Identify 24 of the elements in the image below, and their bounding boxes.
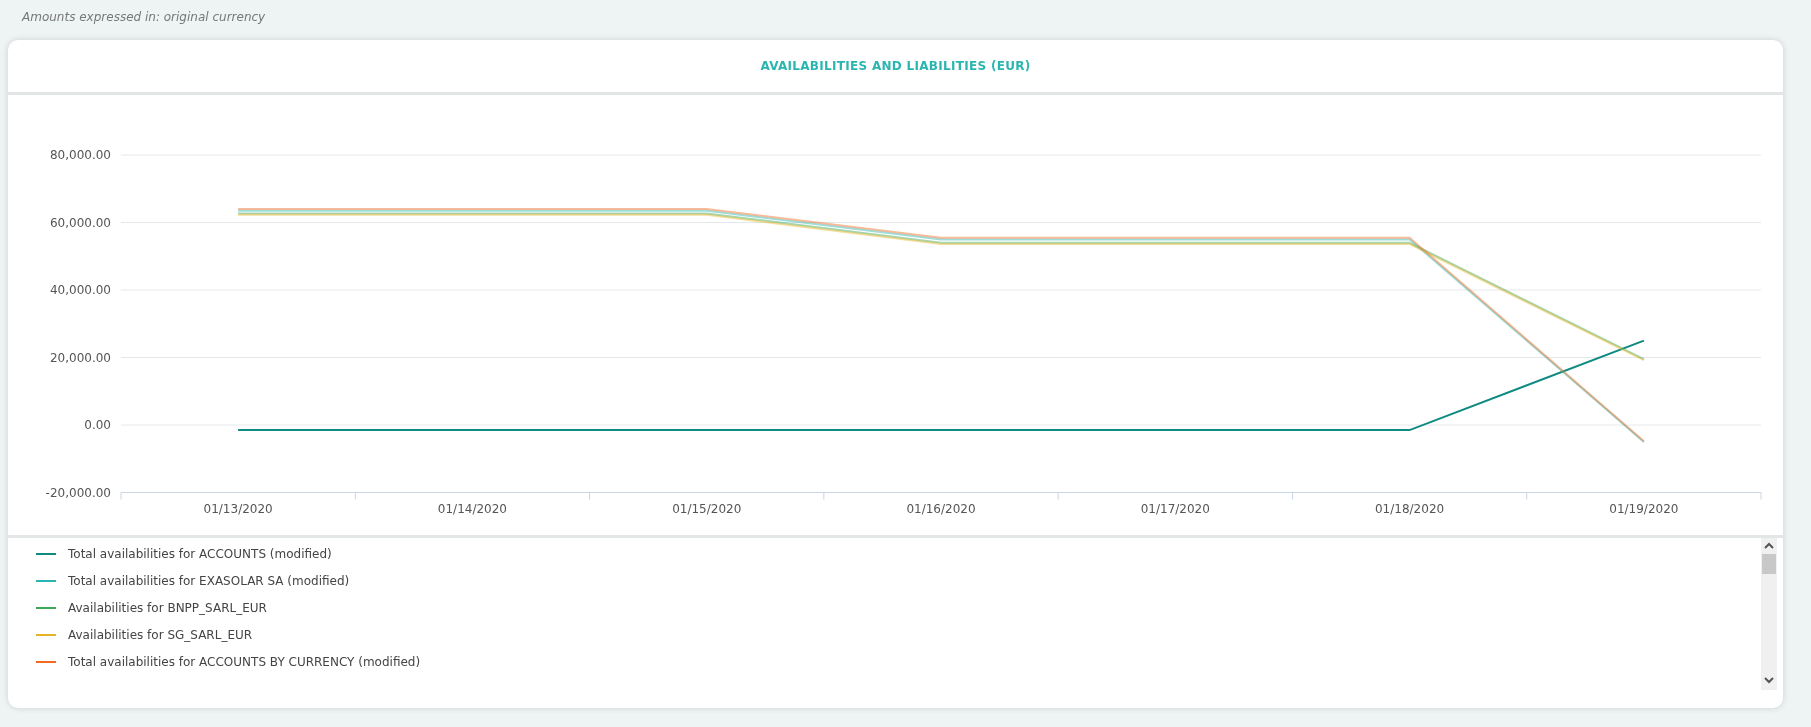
legend-label[interactable]: Availabilities for SG_SARL_EUR [68, 625, 253, 644]
scroll-up-icon[interactable] [1764, 542, 1774, 550]
y-axis-label: -20,000.00 [45, 485, 111, 500]
x-axis-label: 01/16/2020 [906, 501, 976, 516]
legend-label[interactable]: Availabilities for BNPP_SARL_EUR [68, 598, 267, 617]
y-axis-label: 40,000.00 [49, 283, 111, 297]
legend-label[interactable]: Total availabilities for ACCOUNTS (modified) [68, 544, 332, 563]
currency-caption: Amounts expressed in: original currency [22, 10, 266, 24]
y-axis-label: 60,000.00 [49, 215, 111, 230]
y-axis-label: 80,000.00 [49, 148, 111, 162]
legend-label[interactable]: Total availabilities for EXASOLAR SA (modified) [68, 571, 350, 590]
x-axis-label: 01/13/2020 [203, 501, 273, 516]
x-axis-label: 01/18/2020 [1375, 501, 1445, 516]
x-axis-label: 01/17/2020 [1140, 501, 1210, 516]
x-axis-label: 01/15/2020 [672, 501, 742, 516]
legend-label[interactable]: Total availabilities for ACCOUNTS BY CURRENCY (modified) [68, 652, 421, 671]
scroll-down-icon[interactable] [1764, 676, 1774, 684]
y-axis-label: 20,000.00 [49, 350, 111, 365]
x-axis-label: 01/19/2020 [1609, 501, 1679, 516]
chart-title: AVAILABILITIES AND LIABILITIES (EUR) [760, 58, 1031, 75]
scrollbar-thumb[interactable] [1762, 554, 1776, 574]
y-axis-label: 0.00 [84, 418, 111, 432]
scrollbar[interactable] [1761, 538, 1777, 690]
x-axis-label: 01/14/2020 [437, 501, 507, 516]
